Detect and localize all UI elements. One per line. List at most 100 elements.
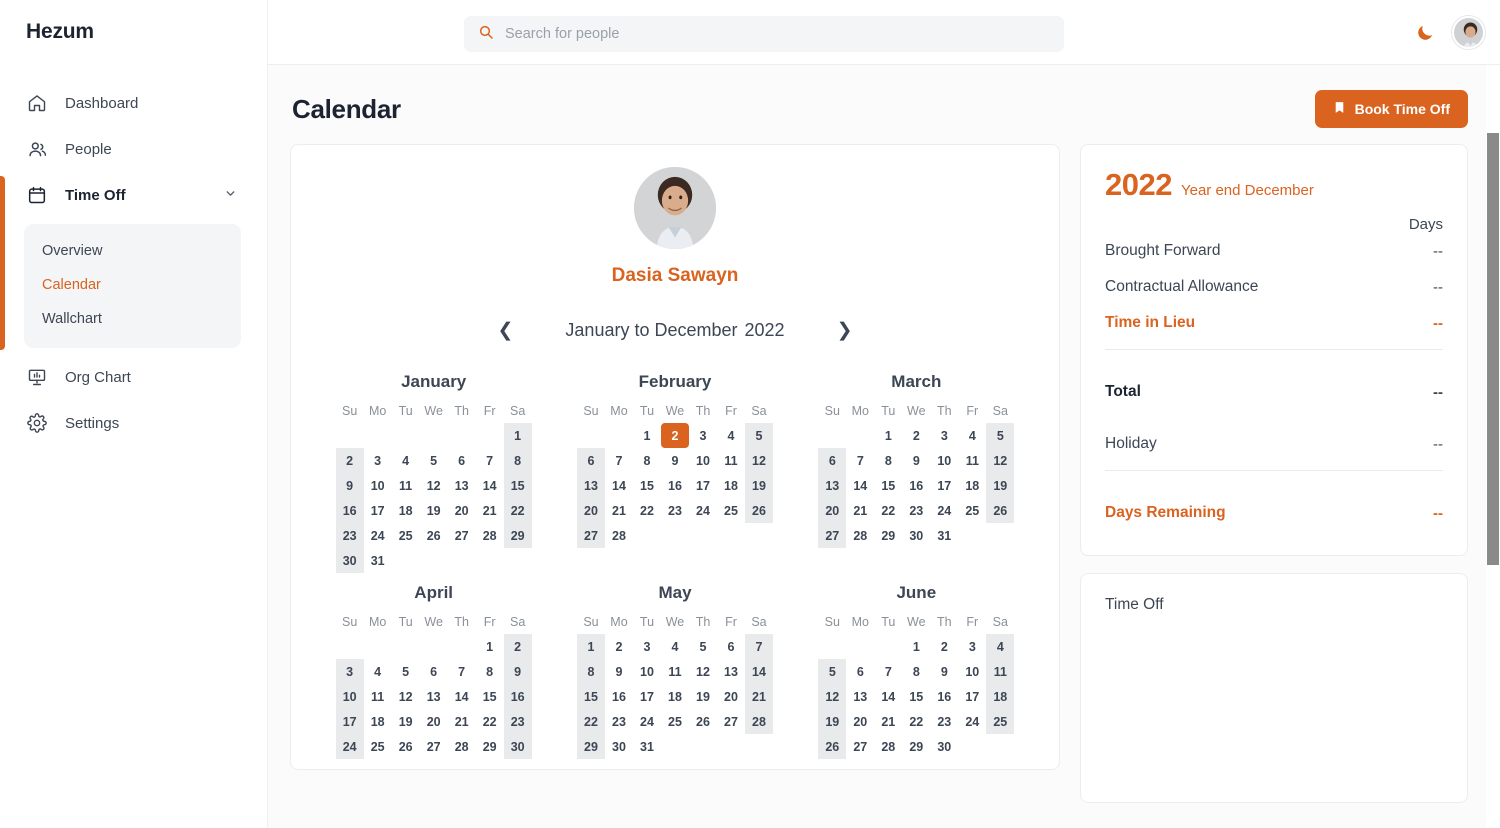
day-cell[interactable]: 30 <box>335 548 364 573</box>
day-cell[interactable]: 20 <box>420 709 448 734</box>
day-cell[interactable]: 21 <box>846 498 874 523</box>
day-cell[interactable]: 11 <box>717 448 745 473</box>
search-bar[interactable] <box>464 16 1064 52</box>
day-cell[interactable]: 11 <box>392 473 420 498</box>
day-cell[interactable]: 24 <box>335 734 364 759</box>
day-cell[interactable]: 24 <box>633 709 661 734</box>
employee-avatar[interactable] <box>634 167 716 249</box>
day-cell[interactable]: 4 <box>661 634 689 659</box>
day-cell[interactable]: 10 <box>958 659 986 684</box>
sidebar-item-people[interactable]: People <box>0 126 267 172</box>
day-cell[interactable]: 12 <box>392 684 420 709</box>
day-cell[interactable]: 14 <box>846 473 874 498</box>
day-cell[interactable]: 29 <box>902 734 930 759</box>
day-cell[interactable]: 25 <box>364 734 392 759</box>
day-cell[interactable]: 16 <box>930 684 958 709</box>
sidebar-item-wallchart[interactable]: Wallchart <box>24 302 241 336</box>
day-cell[interactable]: 13 <box>846 684 874 709</box>
day-cell[interactable]: 19 <box>986 473 1015 498</box>
day-cell[interactable]: 4 <box>392 448 420 473</box>
day-cell[interactable]: 21 <box>605 498 633 523</box>
day-cell[interactable]: 1 <box>503 423 532 448</box>
day-cell[interactable]: 9 <box>605 659 633 684</box>
day-cell[interactable]: 9 <box>335 473 364 498</box>
day-cell[interactable]: 27 <box>448 523 476 548</box>
day-cell[interactable]: 6 <box>818 448 847 473</box>
day-cell[interactable]: 11 <box>986 659 1015 684</box>
day-cell[interactable]: 18 <box>364 709 392 734</box>
day-cell[interactable]: 15 <box>633 473 661 498</box>
search-input[interactable] <box>505 26 1025 42</box>
day-cell[interactable]: 8 <box>503 448 532 473</box>
chevron-left-icon[interactable]: ❮ <box>492 317 520 344</box>
day-cell[interactable]: 13 <box>420 684 448 709</box>
day-cell[interactable]: 4 <box>717 423 745 448</box>
day-cell[interactable]: 2 <box>902 423 930 448</box>
day-cell[interactable]: 1 <box>902 634 930 659</box>
day-cell[interactable]: 20 <box>818 498 847 523</box>
day-cell[interactable]: 18 <box>958 473 986 498</box>
day-cell[interactable]: 14 <box>476 473 504 498</box>
day-cell[interactable]: 8 <box>633 448 661 473</box>
day-cell[interactable]: 26 <box>392 734 420 759</box>
day-cell[interactable]: 29 <box>503 523 532 548</box>
day-cell[interactable]: 16 <box>335 498 364 523</box>
day-cell[interactable]: 3 <box>364 448 392 473</box>
sidebar-item-dashboard[interactable]: Dashboard <box>0 80 267 126</box>
day-cell[interactable]: 7 <box>874 659 902 684</box>
day-cell[interactable]: 27 <box>576 523 605 548</box>
day-cell[interactable]: 2 <box>930 634 958 659</box>
day-cell[interactable]: 25 <box>958 498 986 523</box>
day-cell[interactable]: 15 <box>902 684 930 709</box>
day-cell[interactable]: 7 <box>448 659 476 684</box>
day-cell[interactable]: 3 <box>958 634 986 659</box>
day-cell[interactable]: 24 <box>958 709 986 734</box>
day-cell[interactable]: 22 <box>874 498 902 523</box>
day-cell[interactable]: 3 <box>633 634 661 659</box>
day-cell[interactable]: 6 <box>576 448 605 473</box>
day-cell[interactable]: 8 <box>902 659 930 684</box>
day-cell[interactable]: 19 <box>392 709 420 734</box>
chevron-down-icon[interactable] <box>224 187 237 203</box>
day-cell[interactable]: 1 <box>633 423 661 448</box>
day-cell[interactable]: 22 <box>576 709 605 734</box>
day-cell[interactable]: 15 <box>874 473 902 498</box>
day-cell[interactable]: 3 <box>335 659 364 684</box>
day-cell[interactable]: 7 <box>476 448 504 473</box>
day-cell[interactable]: 6 <box>846 659 874 684</box>
day-cell[interactable]: 3 <box>930 423 958 448</box>
day-cell[interactable]: 25 <box>986 709 1015 734</box>
day-cell[interactable]: 14 <box>874 684 902 709</box>
day-cell[interactable]: 27 <box>846 734 874 759</box>
day-cell[interactable]: 22 <box>902 709 930 734</box>
day-cell[interactable]: 23 <box>930 709 958 734</box>
moon-icon[interactable] <box>1415 23 1435 48</box>
day-cell[interactable]: 28 <box>476 523 504 548</box>
day-cell[interactable]: 17 <box>958 684 986 709</box>
day-cell[interactable]: 12 <box>689 659 717 684</box>
day-cell[interactable]: 7 <box>605 448 633 473</box>
day-cell[interactable]: 30 <box>503 734 532 759</box>
day-cell[interactable]: 3 <box>689 423 717 448</box>
day-cell[interactable]: 2 <box>605 634 633 659</box>
day-cell[interactable]: 17 <box>335 709 364 734</box>
day-cell[interactable]: 20 <box>717 684 745 709</box>
day-cell[interactable]: 24 <box>364 523 392 548</box>
day-cell[interactable]: 23 <box>661 498 689 523</box>
sidebar-item-org-chart[interactable]: Org Chart <box>0 354 267 400</box>
day-cell[interactable]: 16 <box>503 684 532 709</box>
day-cell[interactable]: 9 <box>661 448 689 473</box>
day-cell[interactable]: 1 <box>576 634 605 659</box>
day-cell[interactable]: 31 <box>364 548 392 573</box>
day-cell[interactable]: 8 <box>476 659 504 684</box>
day-cell[interactable]: 6 <box>420 659 448 684</box>
chevron-right-icon[interactable]: ❯ <box>831 317 859 344</box>
day-cell[interactable]: 18 <box>661 684 689 709</box>
day-cell[interactable]: 12 <box>420 473 448 498</box>
day-cell[interactable]: 30 <box>930 734 958 759</box>
day-cell[interactable]: 4 <box>958 423 986 448</box>
day-cell[interactable]: 13 <box>448 473 476 498</box>
day-cell[interactable]: 27 <box>818 523 847 548</box>
day-cell[interactable]: 20 <box>846 709 874 734</box>
day-cell[interactable]: 6 <box>448 448 476 473</box>
